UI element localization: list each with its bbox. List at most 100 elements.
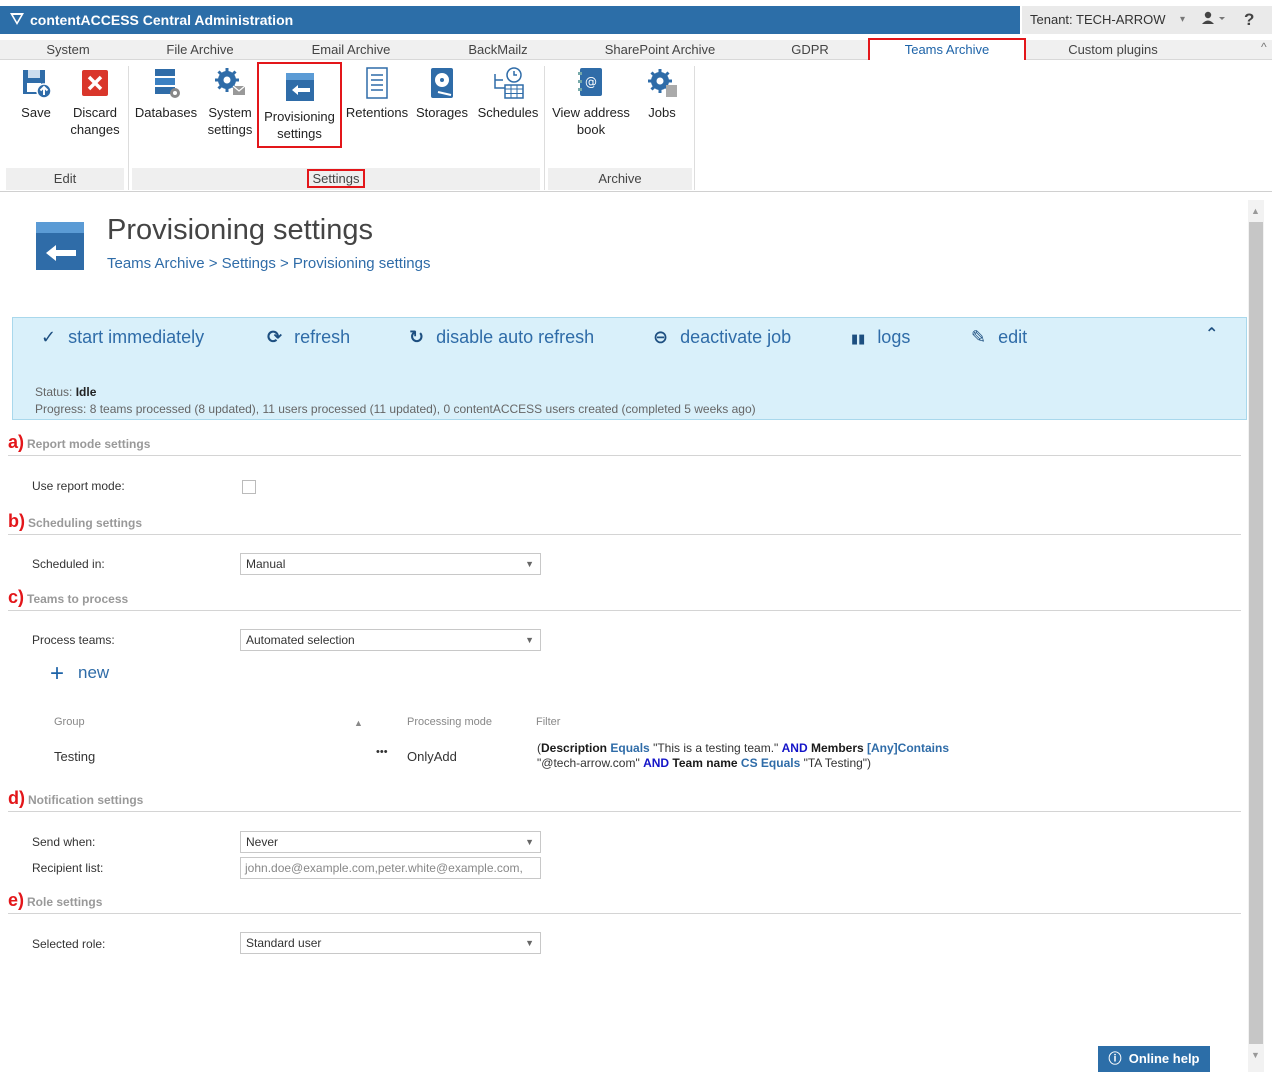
tab-email-archive[interactable]: Email Archive (296, 40, 406, 60)
group-separator (128, 66, 129, 190)
breadcrumb[interactable]: Teams Archive > Settings > Provisioning … (107, 255, 431, 272)
logs-action[interactable]: ▮▮ logs (851, 326, 910, 350)
send-when-value: Never (246, 835, 279, 849)
jobs-button[interactable]: Jobs (640, 66, 684, 121)
tab-file-archive[interactable]: File Archive (150, 40, 250, 60)
scroll-down-icon[interactable]: ▼ (1251, 1050, 1260, 1060)
save-icon (19, 66, 53, 100)
retentions-button[interactable]: Retentions (344, 66, 410, 121)
report-mode-checkbox[interactable] (242, 480, 256, 494)
schedules-button[interactable]: Schedules (476, 66, 540, 121)
info-icon: ⓘ (1108, 1051, 1122, 1066)
system-label-1: System (208, 105, 252, 120)
recipient-list-input[interactable]: john.doe@example.com,peter.white@example… (240, 857, 541, 879)
recipient-list-label: Recipient list: (32, 861, 104, 875)
discard-label-1: Discard (72, 105, 118, 120)
tenant-selector[interactable]: Tenant: TECH-ARROW (1030, 6, 1166, 34)
section-title: Report mode settings (27, 437, 151, 451)
save-label: Save (21, 105, 51, 120)
progress-line: Progress: 8 teams processed (8 updated),… (35, 402, 756, 416)
process-teams-select[interactable]: Automated selection ▼ (240, 629, 541, 651)
column-header-group[interactable]: Group (54, 716, 85, 728)
help-icon[interactable]: ? (1244, 6, 1254, 34)
scrollbar-thumb[interactable] (1249, 222, 1263, 1044)
column-header-filter[interactable]: Filter (536, 716, 560, 728)
new-rule-button[interactable]: + new (50, 660, 109, 688)
group-edit: Edit (6, 168, 124, 190)
tab-backmailz[interactable]: BackMailz (458, 40, 538, 60)
edit-label: edit (998, 327, 1028, 347)
group-settings: Settings (132, 168, 540, 190)
refresh-action[interactable]: ⟳ refresh (267, 326, 350, 348)
selected-role-select[interactable]: Standard user ▼ (240, 932, 541, 954)
filter-operator: [Any]Contains (867, 741, 950, 755)
online-help-button[interactable]: ⓘ Online help (1098, 1046, 1210, 1072)
column-header-processing-mode[interactable]: Processing mode (407, 716, 492, 728)
chevron-down-icon: ▼ (525, 837, 534, 847)
deactivate-job-action[interactable]: ⊖ deactivate job (653, 326, 791, 348)
section-letter: e) (8, 890, 25, 910)
save-button[interactable]: Save (14, 66, 58, 121)
start-immediately-action[interactable]: ✓ start immediately (41, 326, 204, 348)
menu-tabs: System File Archive Email Archive BackMa… (0, 38, 1272, 62)
address-label-2: book (576, 122, 606, 137)
app-title-bar: contentACCESS Central Administration (0, 6, 1020, 34)
storages-label: Storages (415, 105, 469, 120)
group-settings-label: Settings (306, 169, 366, 188)
filter-operator: Equals (610, 741, 650, 755)
tab-custom-plugins[interactable]: Custom plugins (1050, 40, 1176, 60)
process-teams-value: Automated selection (246, 633, 355, 647)
tenant-caret-icon[interactable]: ▾ (1180, 6, 1185, 34)
section-letter: c) (8, 587, 25, 607)
schedules-icon (491, 66, 525, 100)
system-settings-button[interactable]: System settings (204, 66, 256, 138)
filter-and: AND (781, 741, 808, 755)
svg-text:@: @ (585, 75, 597, 89)
filter-and: AND (643, 756, 670, 770)
schedules-label: Schedules (477, 105, 539, 120)
section-report-mode: a) Report mode settings (8, 432, 1241, 456)
system-label-2: settings (207, 122, 253, 137)
vertical-scrollbar[interactable]: ▲ ▼ (1248, 200, 1264, 1072)
discard-changes-button[interactable]: Discard changes (68, 66, 122, 138)
row-mode-cell: OnlyAdd (407, 749, 457, 764)
view-address-book-button[interactable]: @ View address book (548, 66, 634, 138)
chevron-down-icon: ▼ (525, 938, 534, 948)
sort-up-icon[interactable]: ▲ (354, 718, 363, 728)
send-when-select[interactable]: Never ▼ (240, 831, 541, 853)
app-logo-icon (10, 6, 26, 34)
storage-icon (425, 66, 459, 100)
disable-auto-refresh-action[interactable]: ↻ disable auto refresh (409, 326, 594, 348)
retentions-label: Retentions (345, 105, 409, 120)
job-action-bar: ✓ start immediately ⟳ refresh ↻ disable aut… (12, 317, 1247, 420)
tab-sharepoint-archive[interactable]: SharePoint Archive (592, 40, 728, 60)
status-label: Status: (35, 385, 73, 399)
retentions-icon (360, 66, 394, 100)
scheduled-in-value: Manual (246, 557, 286, 571)
online-help-label: Online help (1128, 1051, 1200, 1066)
section-letter: b) (8, 511, 25, 531)
collapse-up-icon[interactable]: ⌃ (1205, 324, 1218, 344)
scheduled-in-label: Scheduled in: (32, 557, 105, 571)
filter-value: "TA Testing") (803, 756, 872, 770)
provisioning-label-2: settings (277, 126, 322, 141)
row-menu-icon[interactable]: ••• (376, 746, 388, 758)
provisioning-settings-button[interactable]: Provisioning settings (257, 62, 342, 148)
chevron-down-icon: ▼ (525, 635, 534, 645)
user-icon[interactable] (1202, 6, 1228, 34)
tab-system[interactable]: System (30, 40, 106, 60)
page-icon (36, 222, 84, 270)
group-archive: Archive (548, 168, 692, 190)
databases-label: Databases (134, 105, 198, 120)
databases-button[interactable]: Databases (134, 66, 198, 121)
scroll-up-icon[interactable]: ▲ (1251, 206, 1260, 216)
tab-gdpr[interactable]: GDPR (780, 40, 840, 60)
row-filter-cell: (Description Equals "This is a testing t… (537, 741, 997, 771)
tab-teams-archive[interactable]: Teams Archive (868, 38, 1026, 62)
scheduled-in-select[interactable]: Manual ▼ (240, 553, 541, 575)
tenant-bar: Tenant: TECH-ARROW ▾ ? (1022, 6, 1272, 34)
bar-chart-icon: ▮▮ (851, 331, 866, 346)
edit-action[interactable]: ✎ edit (971, 326, 1027, 348)
storages-button[interactable]: Storages (414, 66, 470, 121)
ribbon-collapse-icon[interactable]: ^ (1261, 40, 1267, 54)
